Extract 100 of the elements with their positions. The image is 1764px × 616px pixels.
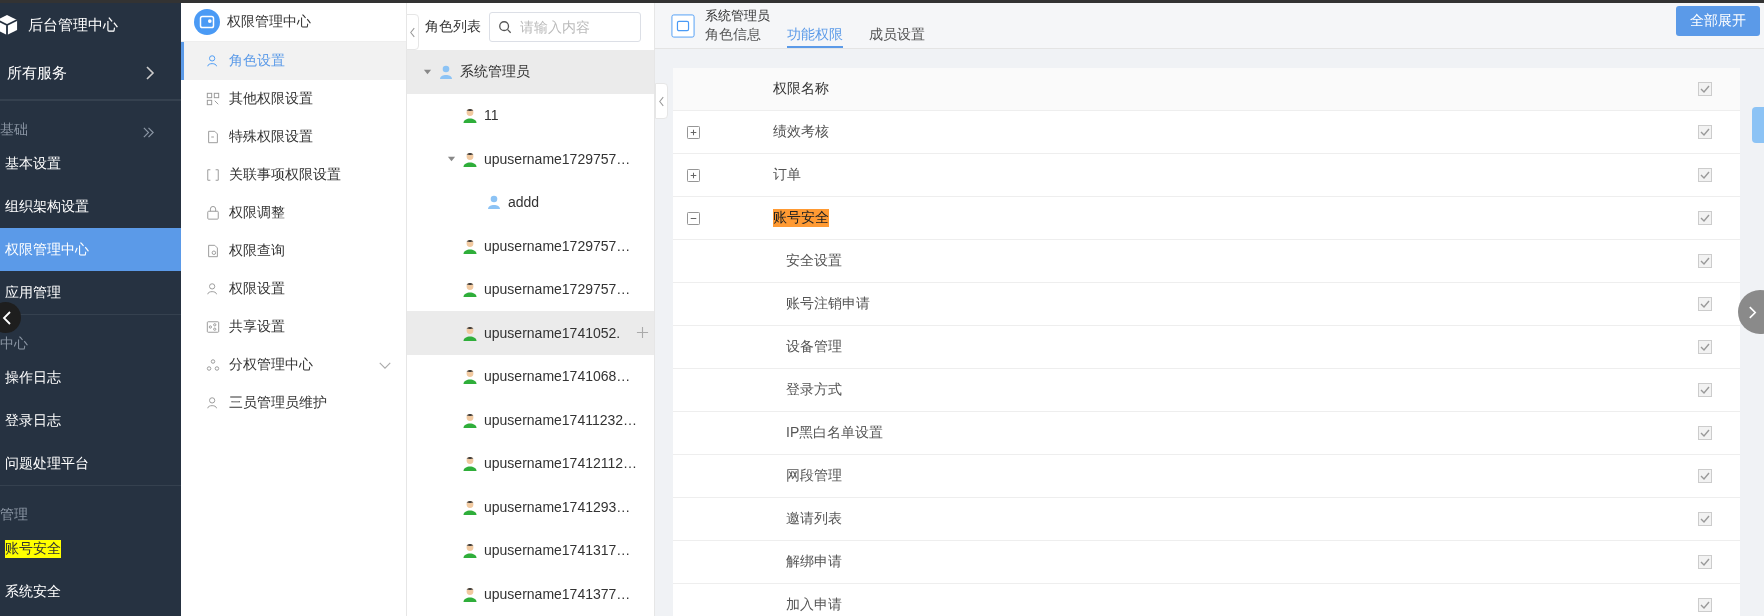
permission-name: 网段管理 [786, 467, 842, 485]
person-icon [206, 396, 220, 410]
nav-label: 系统安全 [5, 582, 61, 601]
nodes-icon [206, 358, 220, 372]
menu-item[interactable]: 关联事项权限设置 [181, 156, 406, 194]
menu-item[interactable]: 其他权限设置 [181, 80, 406, 118]
permission-name: 账号安全 [773, 209, 829, 227]
tree-row[interactable]: upusername1741377… [407, 572, 654, 616]
role-name: upusername1729757… [484, 281, 631, 298]
panel-title: 角色列表 [425, 17, 481, 36]
role-name: upusername17412112… [484, 455, 638, 472]
role-title: 系统管理员 [705, 7, 771, 25]
nav-label: 组织架构设置 [5, 197, 89, 216]
menu-item[interactable]: 权限查询 [181, 232, 406, 270]
checkbox[interactable] [1698, 426, 1712, 440]
search-field[interactable]: 请输入内容 [489, 11, 641, 42]
role-name: upusername1729757… [484, 237, 631, 254]
add-icon[interactable] [636, 326, 650, 340]
expand-icon[interactable] [687, 125, 700, 139]
permission-name: 解绑申请 [786, 553, 842, 571]
section-label: 基础 [0, 121, 28, 139]
checkbox[interactable] [1698, 598, 1712, 612]
tree-row[interactable]: upusername1741068… [407, 354, 654, 398]
role-name: upusername1741293… [484, 498, 631, 515]
user-icon [462, 324, 478, 341]
role-name: upusername1741377… [484, 585, 631, 602]
expand-icon[interactable] [687, 168, 700, 182]
share-icon [206, 320, 220, 334]
user-icon [462, 411, 478, 428]
role-name: 11 [484, 107, 499, 124]
tree-row[interactable]: upusername1729757… [407, 267, 654, 311]
column-header: 权限名称 [773, 80, 830, 98]
nav-item[interactable]: 登录日志 [0, 399, 181, 442]
tab[interactable]: 角色信息 [705, 26, 761, 48]
tab[interactable]: 成员设置 [869, 26, 925, 48]
role-name: upusername17411232… [484, 411, 638, 428]
role-name: addd [508, 194, 540, 211]
checkbox[interactable] [1698, 168, 1712, 182]
tree-row[interactable]: addd [407, 180, 654, 224]
tree-row[interactable]: 11 [407, 93, 654, 137]
user-icon [462, 368, 478, 385]
role-name: upusername1741068… [484, 368, 631, 385]
checkbox[interactable] [1698, 82, 1712, 96]
tree-row[interactable]: upusername1741293… [407, 485, 654, 529]
role-name: upusername1741052. [484, 324, 621, 341]
user-icon [462, 455, 478, 472]
checkbox[interactable] [1698, 297, 1712, 311]
section-label: 中心 [0, 335, 28, 353]
nav-label: 基本设置 [5, 154, 61, 173]
menu-item[interactable]: 权限设置 [181, 270, 406, 308]
collapse-button[interactable] [406, 14, 419, 50]
menu-item[interactable]: 权限调整 [181, 194, 406, 232]
chevron-left-icon [2, 309, 12, 326]
all-services-link[interactable]: 所有服务 [7, 63, 67, 83]
chevron-right-icon[interactable] [145, 65, 155, 81]
checkbox[interactable] [1698, 469, 1712, 483]
section-label: 管理 [0, 506, 28, 524]
role-name: upusername1729757… [484, 150, 631, 167]
permission-name: IP黑白名单设置 [786, 424, 884, 442]
bracket-icon [206, 168, 220, 182]
user-icon [462, 107, 478, 124]
person-icon [206, 54, 220, 68]
nav-label: 问题处理平台 [5, 454, 89, 473]
tree-row[interactable]: upusername1741052. [407, 311, 654, 355]
menu-item[interactable]: 分权管理中心 [181, 346, 406, 384]
menu-item[interactable]: 特殊权限设置 [181, 118, 406, 156]
nav-label: 操作日志 [5, 368, 61, 387]
checkbox[interactable] [1698, 340, 1712, 354]
tree-row[interactable]: upusername1729757… [407, 224, 654, 268]
nav-item[interactable]: 应用管理 [0, 271, 181, 314]
checkbox[interactable] [1698, 211, 1712, 225]
permission-name: 订单 [773, 166, 801, 184]
nav-item[interactable]: 操作日志 [0, 356, 181, 399]
checkbox[interactable] [1698, 512, 1712, 526]
tree-row[interactable]: upusername17411232… [407, 398, 654, 442]
checkbox[interactable] [1698, 555, 1712, 569]
tree-row[interactable]: upusername17412112… [407, 441, 654, 485]
tree-row[interactable]: upusername1741317… [407, 528, 654, 572]
caret-icon[interactable] [423, 67, 432, 77]
menu-item[interactable]: 三员管理员维护 [181, 384, 406, 422]
chevron-left-icon [409, 26, 416, 38]
app-title: 后台管理中心 [28, 15, 118, 35]
caret-icon[interactable] [447, 154, 456, 164]
nav-item[interactable]: 组织架构设置 [0, 185, 181, 228]
collapse-icon[interactable] [687, 211, 700, 225]
checkbox[interactable] [1698, 125, 1712, 139]
nav-item[interactable]: 基本设置 [0, 142, 181, 185]
tree-row[interactable]: 系统管理员 [407, 50, 654, 94]
checkbox[interactable] [1698, 383, 1712, 397]
chevron-right-icon [1748, 304, 1757, 320]
person-icon [486, 194, 502, 211]
document-icon [206, 130, 220, 144]
checkbox[interactable] [1698, 254, 1712, 268]
tree-row[interactable]: upusername1729757… [407, 137, 654, 181]
double-chevron-icon[interactable] [142, 126, 155, 139]
nav-item[interactable]: 问题处理平台 [0, 442, 181, 485]
menu-item[interactable]: 共享设置 [181, 308, 406, 346]
collapse-button[interactable] [655, 83, 668, 119]
nav-item[interactable]: 系统安全 [0, 570, 181, 613]
nav-item[interactable]: 账号安全 [0, 527, 181, 570]
